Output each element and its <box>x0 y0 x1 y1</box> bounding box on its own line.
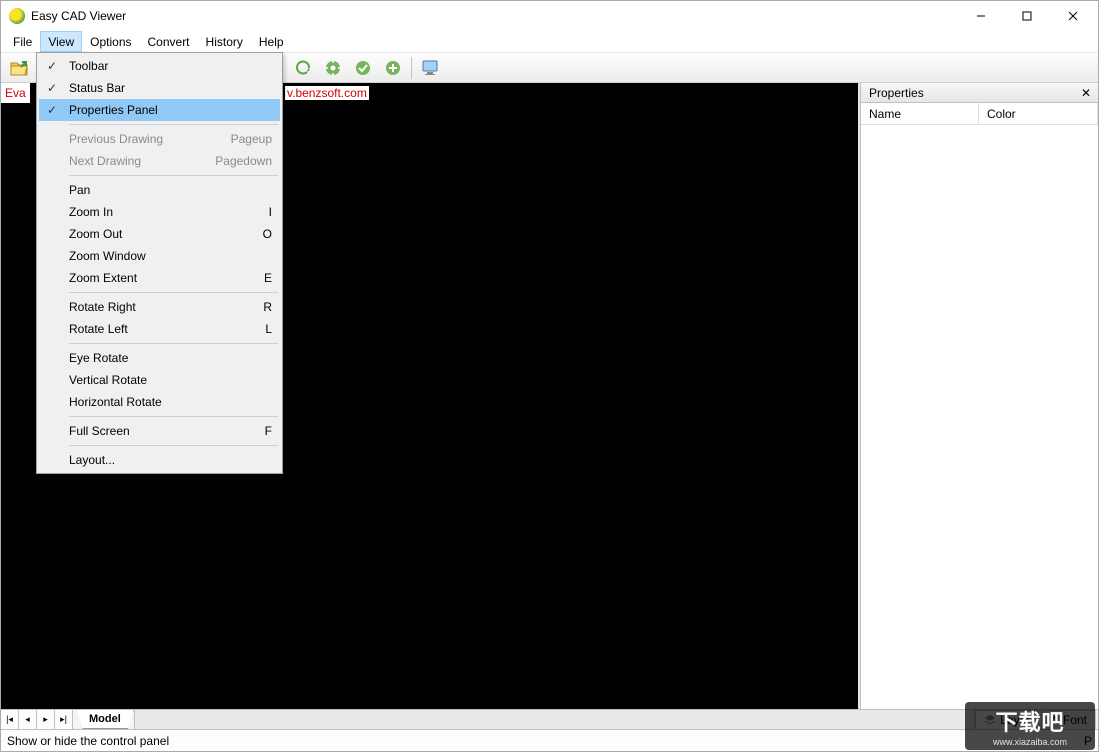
properties-col-name[interactable]: Name <box>861 103 979 124</box>
menu-convert[interactable]: Convert <box>140 31 198 52</box>
menu-item-label: Next Drawing <box>65 154 215 168</box>
panel-tab-font-label: Font <box>1063 713 1087 727</box>
toolbar-separator <box>411 57 412 79</box>
menu-item-rotate-left[interactable]: Rotate LeftL <box>39 318 280 340</box>
gear-button-3[interactable] <box>379 55 407 81</box>
rotate-left-button[interactable] <box>289 55 317 81</box>
layers-icon <box>984 714 996 726</box>
menu-item-shortcut: I <box>269 205 272 219</box>
nav-prev-button[interactable]: ◂ <box>19 710 37 729</box>
menu-item-rotate-right[interactable]: Rotate RightR <box>39 296 280 318</box>
menu-item-label: Zoom Window <box>65 249 272 263</box>
status-bar: Show or hide the control panel P <box>1 729 1098 751</box>
menu-history[interactable]: History <box>198 31 251 52</box>
title-bar: Easy CAD Viewer <box>1 1 1098 31</box>
menu-item-shortcut: Pageup <box>231 132 272 146</box>
properties-columns: Name Color <box>861 103 1098 125</box>
menu-item-zoom-window[interactable]: Zoom Window <box>39 245 280 267</box>
maximize-button[interactable] <box>1004 1 1050 31</box>
menu-item-shortcut: R <box>263 300 272 314</box>
evaluation-watermark: Eva v.benzsoft.com <box>1 83 30 103</box>
minimize-button[interactable] <box>958 1 1004 31</box>
nav-next-button[interactable]: ▸ <box>37 710 55 729</box>
panel-tab-font[interactable]: A Font <box>1041 710 1096 729</box>
menu-item-label: Layout... <box>65 453 272 467</box>
menu-item-shortcut: F <box>265 424 272 438</box>
properties-header: Properties ✕ <box>861 83 1098 103</box>
menu-item-label: Status Bar <box>65 81 272 95</box>
panel-tab-layer[interactable]: Layer <box>975 710 1039 729</box>
menu-options[interactable]: Options <box>82 31 139 52</box>
menu-item-shortcut: Pagedown <box>215 154 272 168</box>
menu-separator <box>69 416 278 417</box>
menu-item-layout[interactable]: Layout... <box>39 449 280 471</box>
check-icon: ✓ <box>39 103 65 117</box>
menu-item-pan[interactable]: Pan <box>39 179 280 201</box>
properties-col-color[interactable]: Color <box>979 103 1098 124</box>
menu-item-label: Rotate Right <box>65 300 263 314</box>
menu-separator <box>69 175 278 176</box>
menu-help[interactable]: Help <box>251 31 292 52</box>
font-icon: A <box>1050 713 1059 728</box>
panel-tabs: Layer A Font <box>974 710 1098 729</box>
menu-item-zoom-out[interactable]: Zoom OutO <box>39 223 280 245</box>
monitor-button[interactable] <box>416 55 444 81</box>
properties-panel: Properties ✕ Name Color <box>860 83 1098 709</box>
menu-separator <box>69 343 278 344</box>
menu-item-status-bar[interactable]: ✓Status Bar <box>39 77 280 99</box>
view-menu-dropdown: ✓Toolbar✓Status Bar✓Properties PanelPrev… <box>36 52 283 474</box>
menu-item-label: Previous Drawing <box>65 132 231 146</box>
menu-item-label: Toolbar <box>65 59 272 73</box>
bottom-tab-row: |◂ ◂ ▸ ▸| Model Layer A Font <box>1 709 1098 729</box>
status-text: Show or hide the control panel <box>7 734 169 748</box>
menu-item-toolbar[interactable]: ✓Toolbar <box>39 55 280 77</box>
menu-item-full-screen[interactable]: Full ScreenF <box>39 420 280 442</box>
menu-item-vertical-rotate[interactable]: Vertical Rotate <box>39 369 280 391</box>
menu-view[interactable]: View <box>40 31 82 52</box>
tab-strip <box>134 710 975 729</box>
menu-item-label: Vertical Rotate <box>65 373 272 387</box>
nav-first-button[interactable]: |◂ <box>1 710 19 729</box>
menu-item-previous-drawing: Previous DrawingPageup <box>39 128 280 150</box>
close-button[interactable] <box>1050 1 1096 31</box>
panel-tab-layer-label: Layer <box>1000 713 1030 727</box>
menu-item-shortcut: O <box>263 227 272 241</box>
properties-close-button[interactable]: ✕ <box>1078 86 1094 100</box>
menu-item-horizontal-rotate[interactable]: Horizontal Rotate <box>39 391 280 413</box>
menu-item-label: Zoom Extent <box>65 271 264 285</box>
properties-title: Properties <box>869 86 1078 100</box>
menu-item-properties-panel[interactable]: ✓Properties Panel <box>39 99 280 121</box>
menu-item-label: Full Screen <box>65 424 265 438</box>
menu-item-eye-rotate[interactable]: Eye Rotate <box>39 347 280 369</box>
menu-item-label: Zoom In <box>65 205 269 219</box>
menu-item-zoom-in[interactable]: Zoom InI <box>39 201 280 223</box>
menu-separator <box>69 445 278 446</box>
app-window: Easy CAD Viewer FileViewOptionsConvertHi… <box>0 0 1099 752</box>
app-icon <box>9 8 25 24</box>
check-icon: ✓ <box>39 81 65 95</box>
tab-model[interactable]: Model <box>77 710 134 729</box>
properties-body <box>861 125 1098 709</box>
gear-button-1[interactable] <box>319 55 347 81</box>
window-title: Easy CAD Viewer <box>31 9 126 23</box>
menu-item-shortcut: E <box>264 271 272 285</box>
menu-item-label: Eye Rotate <box>65 351 272 365</box>
open-file-button[interactable] <box>5 55 33 81</box>
menu-item-next-drawing: Next DrawingPagedown <box>39 150 280 172</box>
status-right: P <box>1084 734 1092 748</box>
menu-separator <box>69 124 278 125</box>
check-icon: ✓ <box>39 59 65 73</box>
menu-item-label: Horizontal Rotate <box>65 395 272 409</box>
menu-item-label: Zoom Out <box>65 227 263 241</box>
menu-item-zoom-extent[interactable]: Zoom ExtentE <box>39 267 280 289</box>
menu-item-label: Rotate Left <box>65 322 265 336</box>
menu-file[interactable]: File <box>5 31 40 52</box>
nav-last-button[interactable]: ▸| <box>55 710 73 729</box>
menu-bar: FileViewOptionsConvertHistoryHelp <box>1 31 1098 53</box>
menu-item-shortcut: L <box>265 322 272 336</box>
menu-separator <box>69 292 278 293</box>
gear-button-2[interactable] <box>349 55 377 81</box>
menu-item-label: Properties Panel <box>65 103 272 117</box>
menu-item-label: Pan <box>65 183 272 197</box>
